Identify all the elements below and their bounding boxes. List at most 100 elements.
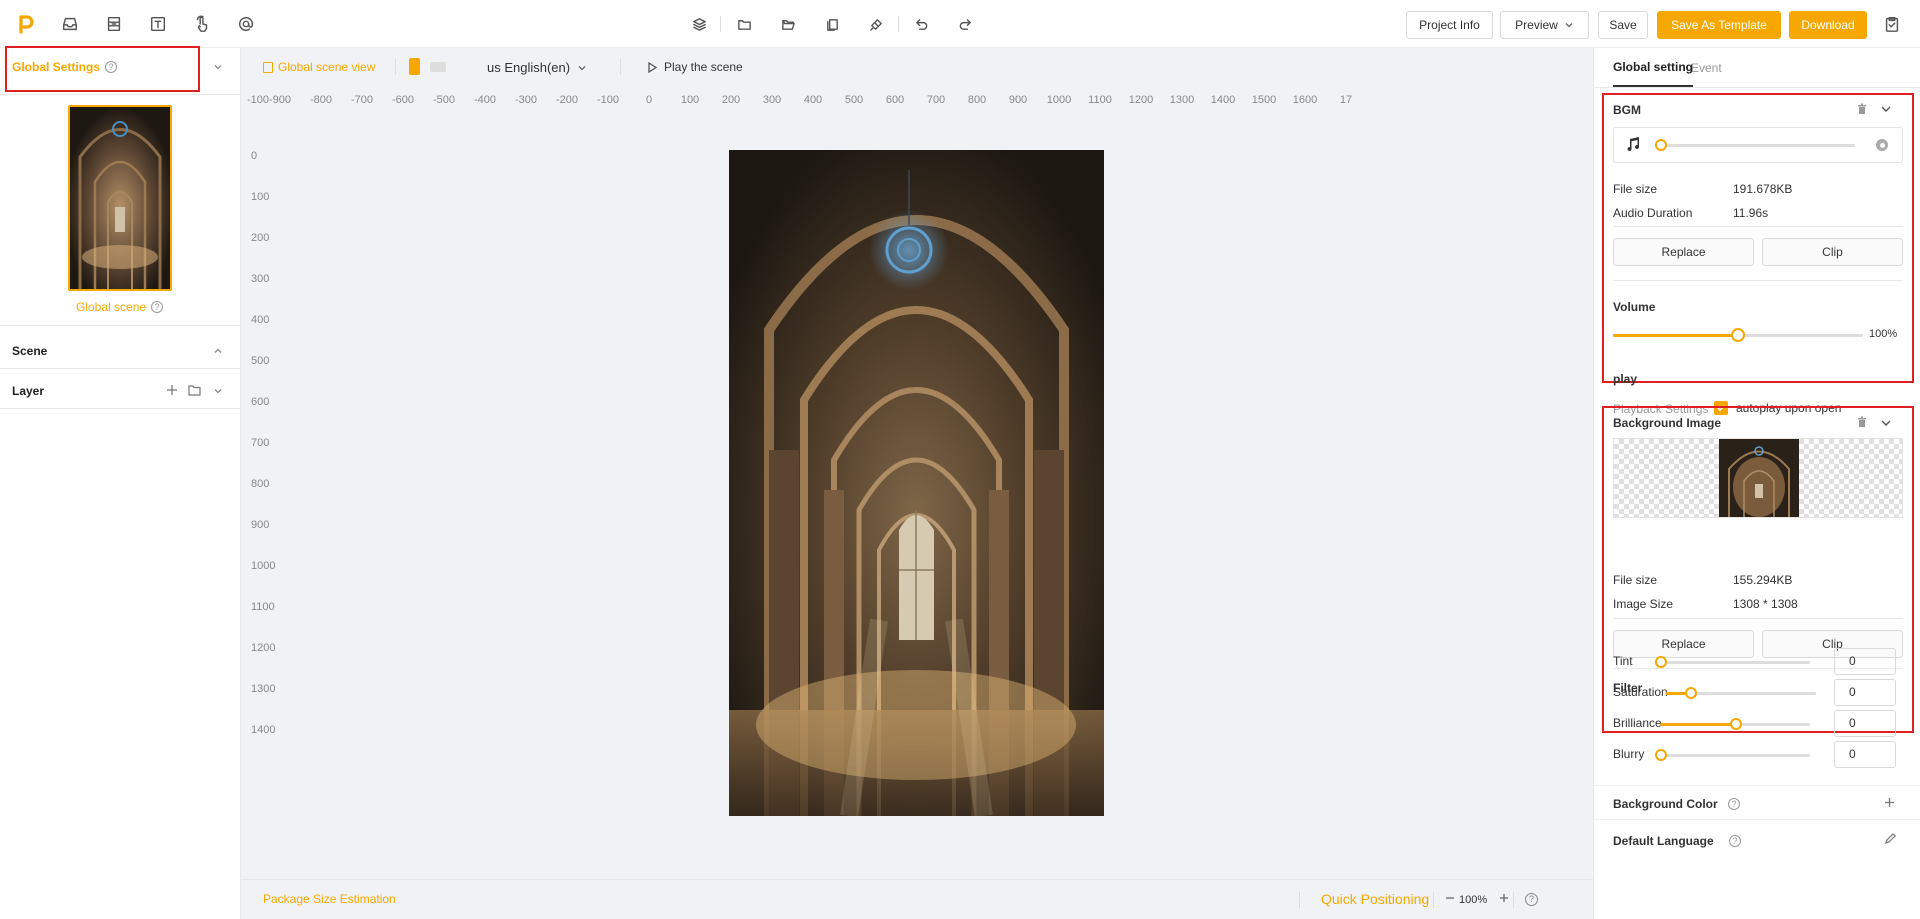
slider-thumb[interactable] [1655, 749, 1667, 761]
global-settings-header[interactable]: Global Settings ? [12, 60, 118, 74]
chevron-down-icon[interactable] [212, 61, 224, 76]
global-scene-view-label: Global scene view [278, 60, 376, 74]
landscape-mode-toggle[interactable] [430, 62, 446, 72]
package-size-link[interactable]: Package Size Estimation [263, 892, 396, 906]
bgm-clip-button[interactable]: Clip [1762, 238, 1903, 266]
scene-label: Scene [12, 344, 48, 358]
scene-canvas[interactable] [729, 150, 1104, 816]
folder-icon[interactable] [735, 15, 753, 33]
volume-slider-thumb[interactable] [1731, 328, 1745, 342]
download-button[interactable]: Download [1789, 11, 1867, 39]
filter-brilliance-slider[interactable] [1660, 718, 1810, 730]
folder-icon[interactable] [188, 384, 201, 399]
tab-event[interactable]: Event [1691, 48, 1722, 87]
edit-icon[interactable] [1885, 833, 1896, 847]
bgm-replace-button[interactable]: Replace [1613, 238, 1754, 266]
scene-section-header[interactable]: Scene [12, 344, 47, 358]
default-language-label: Default Language [1613, 834, 1714, 848]
ruler-y-tick: 600 [251, 396, 270, 408]
add-color-icon[interactable] [1884, 797, 1895, 811]
left-panel: Global Settings ? Global scene ? Scene L… [0, 46, 241, 919]
canvas-footer: Package Size Estimation Quick Positionin… [241, 879, 1593, 919]
background-image-title: Background Image [1613, 416, 1722, 430]
inbox-icon[interactable] [60, 14, 80, 34]
trash-icon[interactable] [1856, 103, 1868, 118]
filter-brilliance-input[interactable]: 0 [1834, 710, 1896, 737]
zoom-in-icon[interactable] [1498, 892, 1510, 907]
ruler-x-tick: 400 [803, 94, 823, 106]
right-panel: Global setting Event BGM File size 191.6… [1593, 48, 1920, 919]
preview-button[interactable]: Preview [1500, 11, 1589, 39]
save-as-template-button[interactable]: Save As Template [1657, 11, 1781, 39]
filter-saturation-slider[interactable] [1666, 687, 1816, 699]
help-icon[interactable]: ? [1525, 891, 1538, 906]
help-icon: ? [105, 61, 118, 73]
save-button[interactable]: Save [1598, 11, 1648, 39]
bg-replace-label: Replace [1661, 637, 1706, 651]
checkbox-checked-icon [1714, 401, 1728, 415]
project-info-button[interactable]: Project Info [1406, 11, 1493, 39]
ruler-x-tick: -200 [555, 94, 579, 106]
folder-open-icon[interactable] [779, 15, 797, 33]
filter-saturation-label: Saturation [1613, 685, 1668, 699]
touch-icon[interactable] [192, 14, 212, 34]
language-select[interactable]: us English(en) [487, 60, 587, 75]
close-circle-icon[interactable] [1876, 139, 1888, 151]
audio-progress-slider[interactable] [1655, 139, 1855, 151]
language-label: us English(en) [487, 60, 571, 75]
logo-icon[interactable] [16, 14, 36, 34]
bg-replace-button[interactable]: Replace [1613, 630, 1754, 658]
copy-icon[interactable] [823, 15, 841, 33]
layers-icon[interactable] [690, 15, 708, 33]
layer-section-header[interactable]: Layer [12, 384, 44, 398]
volume-slider[interactable] [1613, 328, 1863, 342]
ruler-x-tick: -800 [309, 94, 333, 106]
slider-thumb[interactable] [1685, 687, 1697, 699]
form-icon[interactable] [104, 14, 124, 34]
slider-thumb[interactable] [1655, 656, 1667, 668]
at-icon[interactable] [236, 14, 256, 34]
ruler-y-tick: 1100 [251, 601, 275, 613]
chevron-down-icon[interactable] [1880, 103, 1892, 118]
clipboard-check-icon[interactable] [1882, 14, 1902, 34]
chevron-up-icon[interactable] [212, 345, 224, 360]
trash-icon[interactable] [1856, 416, 1868, 431]
ruler-x-tick: 700 [926, 94, 946, 106]
right-tabs: Global setting Event [1594, 48, 1920, 88]
filter-blurry-input[interactable]: 0 [1834, 741, 1896, 768]
help-icon: ? [1729, 833, 1741, 847]
canvas-area: Global scene view us English(en) Play th… [241, 48, 1593, 919]
filter-tint-label: Tint [1613, 654, 1633, 668]
filter-saturation-input[interactable]: 0 [1834, 679, 1896, 706]
play-scene-button[interactable]: Play the scene [647, 60, 743, 74]
global-scene-thumbnail[interactable] [68, 105, 172, 291]
paint-icon[interactable] [867, 15, 885, 33]
portrait-mode-toggle[interactable] [409, 58, 420, 75]
corridor-preview-image [1719, 439, 1799, 517]
save-as-template-label: Save As Template [1671, 18, 1767, 32]
ruler-x-tick: 1600 [1292, 94, 1318, 106]
zoom-out-icon[interactable] [1444, 892, 1456, 907]
autoplay-checkbox[interactable]: autoplay upon open [1714, 401, 1841, 415]
filter-tint-input[interactable]: 0 [1834, 648, 1896, 675]
background-image-preview[interactable] [1613, 438, 1903, 518]
save-label: Save [1609, 18, 1637, 32]
filter-blurry-slider[interactable] [1655, 749, 1810, 761]
tab-global-setting[interactable]: Global setting [1613, 48, 1694, 87]
chevron-down-icon[interactable] [1880, 417, 1892, 432]
filter-tint-slider[interactable] [1655, 656, 1810, 668]
audio-progress-thumb[interactable] [1655, 139, 1667, 151]
chevron-down-icon [1564, 20, 1574, 30]
text-icon[interactable] [148, 14, 168, 34]
quick-positioning-button[interactable]: Quick Positioning [1321, 891, 1429, 907]
top-toolbar: Project Info Preview Save Save As Templa… [0, 0, 1920, 48]
play-scene-label: Play the scene [664, 60, 743, 74]
slider-thumb[interactable] [1730, 718, 1742, 730]
corridor-scene-image [729, 150, 1104, 816]
filter-blurry-label: Blurry [1613, 747, 1645, 761]
chevron-down-icon[interactable] [212, 385, 224, 400]
add-layer-icon[interactable] [166, 384, 178, 399]
redo-icon[interactable] [956, 15, 974, 33]
ruler-x-tick: 1300 [1169, 94, 1195, 106]
undo-icon[interactable] [912, 15, 930, 33]
